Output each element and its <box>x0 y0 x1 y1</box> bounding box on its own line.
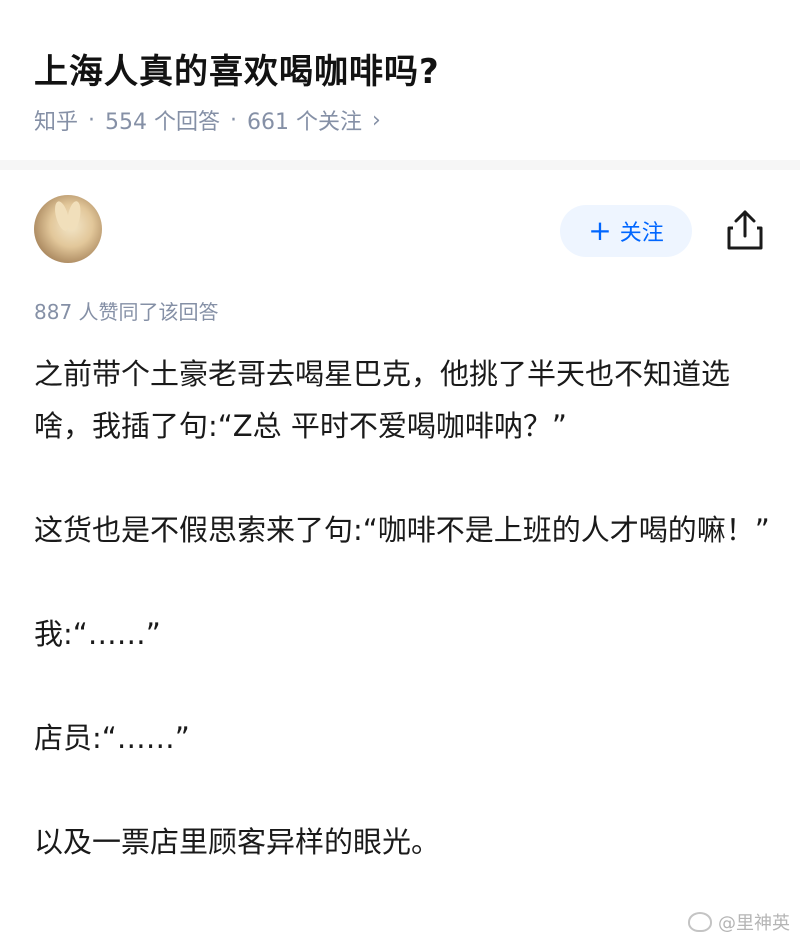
watermark-text: @里神英 <box>718 913 790 934</box>
section-divider <box>0 160 800 170</box>
plus-icon: + <box>588 214 612 247</box>
answer-paragraph: 这货也是不假思索来了句:“咖啡不是上班的人才喝的嘛！” <box>34 513 770 547</box>
avatar-ear <box>65 200 83 232</box>
answer-paragraph: 以及一票店里顾客异样的眼光。 <box>34 825 441 859</box>
share-icon[interactable] <box>724 208 766 252</box>
avatar[interactable] <box>34 195 102 263</box>
upvote-note: 887 人赞同了该回答 <box>34 300 219 324</box>
meta-separator: · <box>88 107 96 133</box>
meta-separator: · <box>230 107 238 133</box>
answer-paragraph: 之前带个土豪老哥去喝星巴克，他挑了半天也不知道选啥，我插了句:“Z总 平时不爱喝… <box>34 357 731 443</box>
question-title[interactable]: 上海人真的喜欢喝咖啡吗? <box>34 44 440 93</box>
answer-paragraph: 我:“……” <box>34 617 161 651</box>
answer-body: 之前带个土豪老哥去喝星巴克，他挑了半天也不知道选啥，我插了句:“Z总 平时不爱喝… <box>34 348 774 868</box>
answer-paragraph: 店员:“……” <box>34 721 190 755</box>
follow-count[interactable]: 661 个关注 <box>247 104 362 136</box>
question-meta: 知乎 · 554 个回答 · 661 个关注 › <box>34 104 381 136</box>
answer-count[interactable]: 554 个回答 <box>105 104 220 136</box>
weibo-icon <box>688 912 712 932</box>
follow-button[interactable]: + 关注 <box>560 205 692 257</box>
watermark: @里神英 <box>688 909 790 935</box>
chevron-right-icon[interactable]: › <box>372 108 381 133</box>
follow-label: 关注 <box>619 221 664 246</box>
source-label: 知乎 <box>34 110 79 135</box>
